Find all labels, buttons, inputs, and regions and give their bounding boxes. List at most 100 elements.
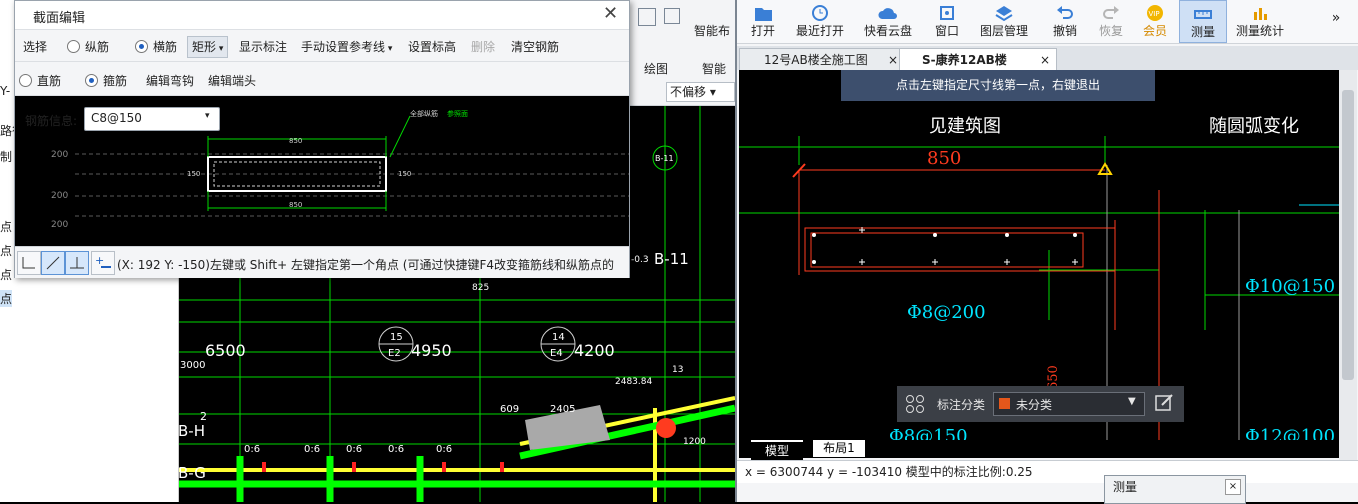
level-label: -0.3 — [631, 255, 649, 265]
line-tool-icon[interactable] — [638, 8, 656, 26]
chevron-down-icon: ▾ — [205, 111, 210, 121]
y-label-3: 200 — [51, 220, 68, 230]
v1200: 1200 — [683, 437, 706, 447]
color-swatch — [999, 398, 1010, 409]
layer-manager-button[interactable]: 图层管理 — [975, 0, 1033, 43]
window-button[interactable]: 窗口 — [927, 0, 967, 43]
v3000: 3000 — [180, 360, 205, 371]
drawing-viewer-app: 打开 最近打开 快看云盘 窗口 图层管理 撤销 恢复 VIP 会员 测量 测量统计… — [735, 0, 1358, 504]
select-button[interactable]: 选择 — [23, 33, 47, 61]
measure-floating-window[interactable]: 测量 × — [1104, 475, 1246, 504]
cloud-disk-button[interactable]: 快看云盘 — [859, 0, 917, 43]
coordinate-readout: x = 6300744 y = -103410 模型中的标注比例:0.25 — [745, 465, 1033, 479]
grid-icon[interactable] — [905, 394, 925, 414]
dialog-title: 截面编辑 — [33, 11, 86, 26]
vip-icon: VIP — [1147, 5, 1163, 21]
y-label-2: 200 — [51, 191, 68, 201]
close-icon[interactable]: × — [1225, 479, 1241, 495]
undo-icon — [1057, 6, 1073, 19]
offset-dropdown[interactable]: 不偏移 ▾ — [666, 82, 735, 102]
v2405: 2405 — [550, 404, 575, 415]
axis-15-bottom: E2 — [388, 348, 401, 359]
manual-ref-button[interactable]: 手动设置参考线 ▾ — [301, 33, 392, 61]
shape-dropdown[interactable]: 矩形 ▾ — [187, 36, 229, 58]
open-button[interactable]: 打开 — [741, 0, 785, 43]
redo-icon — [1103, 6, 1119, 19]
delete-button[interactable]: 删除 — [471, 33, 495, 61]
o6-e: 0:6 — [436, 444, 452, 455]
dialog-toolbar-row2: 直筋 箍筋 编辑弯钩 编辑端头 — [15, 67, 629, 96]
rect-tool-icon[interactable] — [664, 8, 680, 24]
annot-category-label: 标注分类 — [937, 398, 986, 412]
edit-icon[interactable] — [1153, 392, 1175, 414]
add-baseline-icon[interactable]: + — [91, 251, 115, 275]
y-label-1: 200 — [51, 150, 68, 160]
rebar-info-label: 钢筋信息: — [25, 114, 78, 128]
panel-item-5[interactable]: 点 — [0, 266, 12, 283]
panel-item-3[interactable]: 点 — [0, 218, 12, 235]
annotation-category-bar: 标注分类 未分类 ▼ — [897, 386, 1184, 422]
ribbon-label-2: 绘图 — [644, 62, 669, 76]
vertical-scrollbar[interactable] — [1339, 70, 1357, 460]
radio-straight[interactable]: 直筋 — [19, 67, 61, 95]
rebar-phi10-150: Φ10@150 — [1245, 276, 1335, 297]
side-label: Y- — [0, 84, 11, 98]
axis-bh-label: B-H — [178, 422, 205, 440]
ortho-corner-icon[interactable] — [17, 251, 41, 275]
panel-item-6[interactable]: 点 — [0, 290, 12, 307]
axis-b11-bubble-label: B-11 — [655, 154, 674, 163]
dialog-titlebar[interactable]: 截面编辑 ✕ — [15, 1, 629, 30]
axis-bg-label: B-G — [178, 464, 206, 482]
ribbon-label-3: 智能 — [702, 62, 727, 76]
more-button[interactable]: » — [1327, 0, 1345, 43]
right-dim-label: 150 — [398, 170, 411, 178]
annot-category-select[interactable]: 未分类 ▼ — [993, 392, 1145, 416]
svg-text:+: + — [95, 254, 104, 267]
recent-open-button[interactable]: 最近打开 — [791, 0, 849, 43]
v13: 13 — [672, 365, 683, 375]
legend-ref-face: 参照面 — [447, 109, 468, 118]
axis-b11-label: B-11 — [654, 250, 689, 268]
measure-button[interactable]: 测量 — [1179, 0, 1227, 43]
vip-button[interactable]: VIP 会员 — [1137, 0, 1173, 43]
radio-transverse[interactable]: 横筋 — [135, 33, 177, 61]
perpendicular-icon[interactable] — [65, 251, 89, 275]
edit-end-button[interactable]: 编辑端头 — [208, 67, 256, 95]
axis-14-top: 14 — [552, 332, 565, 343]
v825: 825 — [472, 283, 489, 293]
diagonal-line-icon[interactable] — [41, 251, 65, 275]
panel-item-4[interactable]: 点 — [0, 242, 12, 259]
panel-item-2[interactable]: 制 — [0, 148, 12, 165]
tab-close-icon[interactable]: × — [1040, 49, 1050, 71]
close-icon[interactable]: ✕ — [603, 3, 618, 24]
document-tabs: 12号AB楼全施工图 × S-康养12AB楼 × — [737, 46, 1358, 71]
tab-close-icon[interactable]: × — [888, 49, 898, 71]
dialog-status-bar: + (X: 192 Y: -150)左键或 Shift+ 左键指定第一个角点 (… — [15, 246, 629, 278]
measure-window-title: 测量 — [1113, 480, 1138, 494]
tab-layout1[interactable]: 布局1 — [813, 440, 865, 457]
ribbon-label-1: 智能布 — [694, 24, 731, 38]
scrollbar-thumb[interactable] — [1342, 90, 1354, 380]
edit-hook-button[interactable]: 编辑弯钩 — [146, 67, 194, 95]
set-elevation-button[interactable]: 设置标高 — [408, 33, 456, 61]
clear-rebar-button[interactable]: 清空钢筋 — [511, 33, 559, 61]
rebar-info-select[interactable]: C8@150 ▾ — [84, 107, 220, 131]
radio-stirrup[interactable]: 箍筋 — [85, 67, 127, 95]
radio-selected-icon — [85, 74, 98, 87]
note-see-architectural: 见建筑图 — [929, 116, 1001, 137]
chevron-down-icon: ▾ — [216, 44, 224, 54]
measure-stats-button[interactable]: 测量统计 — [1231, 0, 1289, 43]
tab-12ab-full[interactable]: 12号AB楼全施工图 × — [739, 48, 905, 71]
undo-button[interactable]: 撤销 — [1047, 0, 1083, 43]
legend-all-long: 全部纵筋 — [410, 109, 438, 118]
layers-icon — [995, 6, 1013, 22]
redo-button[interactable]: 恢复 — [1093, 0, 1129, 43]
v2483: 2483.84 — [615, 377, 652, 387]
tab-s-12ab[interactable]: S-康养12AB楼 × — [899, 48, 1057, 71]
cloud-icon — [878, 8, 897, 19]
tab-model[interactable]: 模型 — [751, 440, 803, 460]
o6-a: 0:6 — [244, 444, 260, 455]
radio-longitudinal[interactable]: 纵筋 — [67, 33, 109, 61]
layout-tabs: 模型 布局1 — [739, 440, 1339, 460]
show-dim-button[interactable]: 显示标注 — [239, 33, 287, 61]
